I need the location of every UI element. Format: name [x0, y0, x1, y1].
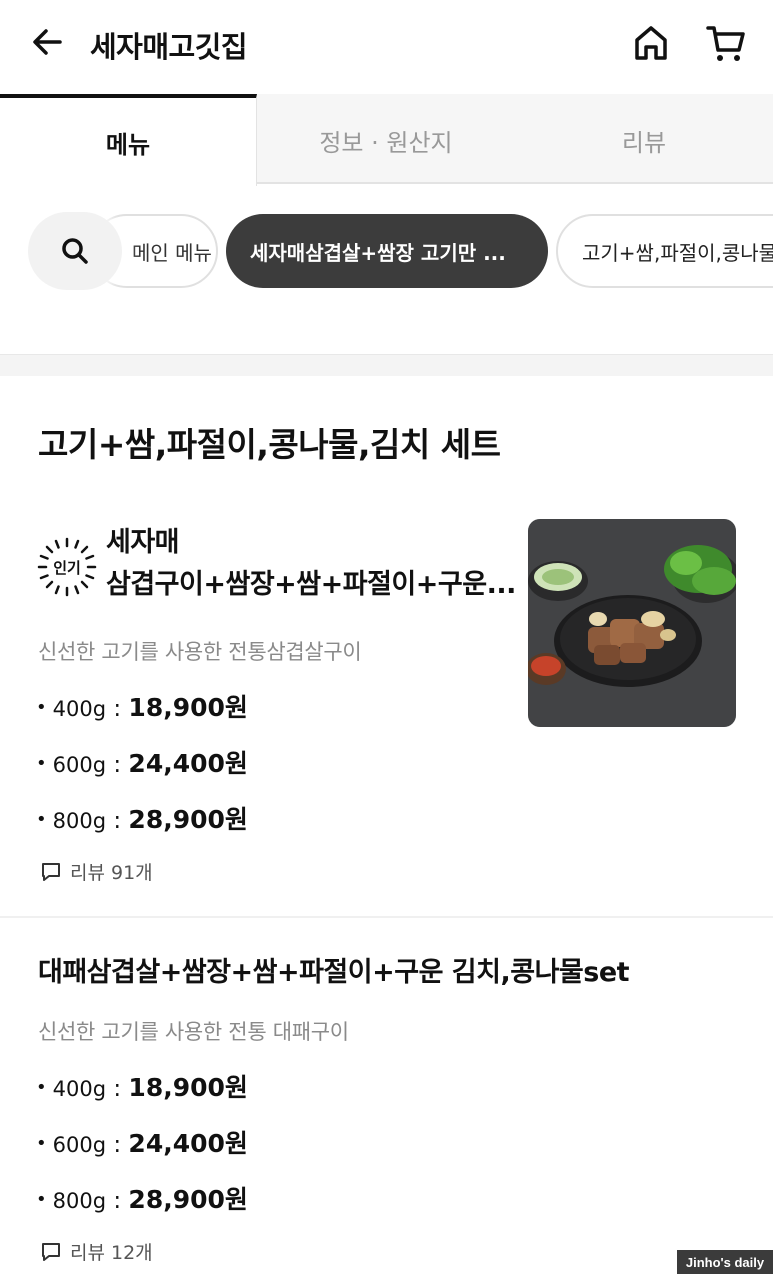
- price-option: • 600g : 24,400원: [36, 749, 248, 778]
- bullet: •: [36, 1077, 47, 1098]
- bullet: •: [36, 1133, 47, 1154]
- menu-item-name[interactable]: 세자매 삼겹구이+쌈장+쌈+파절이+구운...: [106, 522, 516, 606]
- top-app-bar: 세자매고깃집: [0, 0, 773, 92]
- review-count[interactable]: 리뷰 12개: [40, 1238, 153, 1265]
- item-divider: [0, 916, 773, 918]
- search-icon: [62, 238, 88, 264]
- chip-set-menu[interactable]: 고기+쌈,파절이,콩나물,김치: [556, 214, 773, 288]
- scrolled-text-fragment: [40, 306, 160, 318]
- section-divider: [0, 354, 773, 376]
- pork-belly-dish-photo: [528, 519, 736, 727]
- arrow-left-icon: [33, 29, 62, 55]
- price-value: 24,400원: [128, 749, 248, 778]
- chip-samgyeopsal[interactable]: 세자매삼겹살+쌈장 고기만 ...: [226, 214, 548, 288]
- bullet: •: [36, 697, 47, 718]
- tab-bar: 메뉴 정보 · 원산지 리뷰: [0, 94, 773, 186]
- price-option: • 800g : 28,900원: [36, 1185, 248, 1214]
- page-title: 세자매고깃집: [90, 30, 248, 64]
- bullet: •: [36, 809, 47, 830]
- price-option: • 400g : 18,900원: [36, 1073, 248, 1102]
- price-value: 28,900원: [128, 805, 248, 834]
- home-icon: [635, 26, 667, 60]
- bullet: •: [36, 1189, 47, 1210]
- price-value: 28,900원: [128, 1185, 248, 1214]
- menu-search-button[interactable]: [28, 212, 122, 290]
- speech-bubble-icon: [42, 862, 60, 881]
- review-count-label: 리뷰 12개: [70, 1242, 153, 1264]
- bullet: •: [36, 753, 47, 774]
- tab-reviews[interactable]: 리뷰: [515, 94, 773, 186]
- price-weight: 800g: [52, 1189, 107, 1213]
- cart-icon: [706, 26, 745, 61]
- price-value: 18,900원: [128, 693, 248, 722]
- menu-item-name-line2: 삼겹구이+쌈장+쌈+파절이+구운...: [106, 569, 516, 600]
- price-value: 24,400원: [128, 1129, 248, 1158]
- speech-bubble-icon: [42, 1242, 60, 1261]
- menu-item-name-line1: 세자매: [106, 527, 180, 558]
- price-weight: 400g: [52, 697, 107, 721]
- price-weight: 600g: [52, 1133, 107, 1157]
- back-button[interactable]: [28, 22, 68, 62]
- price-option: • 400g : 18,900원: [36, 693, 248, 722]
- review-count-label: 리뷰 91개: [70, 862, 153, 884]
- section-title: 고기+쌈,파절이,콩나물,김치 세트: [38, 425, 501, 464]
- menu-item-name[interactable]: 대패삼겹살+쌈장+쌈+파절이+구운 김치,콩나물set: [38, 950, 630, 989]
- home-button[interactable]: [628, 20, 674, 66]
- tab-info-origin[interactable]: 정보 · 원산지: [257, 94, 515, 186]
- price-value: 18,900원: [128, 1073, 248, 1102]
- price-option: • 600g : 24,400원: [36, 1129, 248, 1158]
- watermark: Jinho's daily: [677, 1250, 773, 1274]
- popular-badge: 인기: [36, 536, 98, 598]
- tab-menu[interactable]: 메뉴: [0, 94, 257, 186]
- price-weight: 400g: [52, 1077, 107, 1101]
- popular-badge-label: 인기: [53, 558, 81, 577]
- cart-button[interactable]: [702, 20, 750, 66]
- price-weight: 600g: [52, 753, 107, 777]
- review-count[interactable]: 리뷰 91개: [40, 858, 153, 885]
- price-weight: 800g: [52, 809, 107, 833]
- menu-item-description: 신선한 고기를 사용한 전통 대패구이: [38, 1020, 349, 1044]
- menu-item-description: 신선한 고기를 사용한 전통삼겹살구이: [38, 640, 362, 664]
- menu-item-photo[interactable]: [528, 519, 736, 727]
- price-option: • 800g : 28,900원: [36, 805, 248, 834]
